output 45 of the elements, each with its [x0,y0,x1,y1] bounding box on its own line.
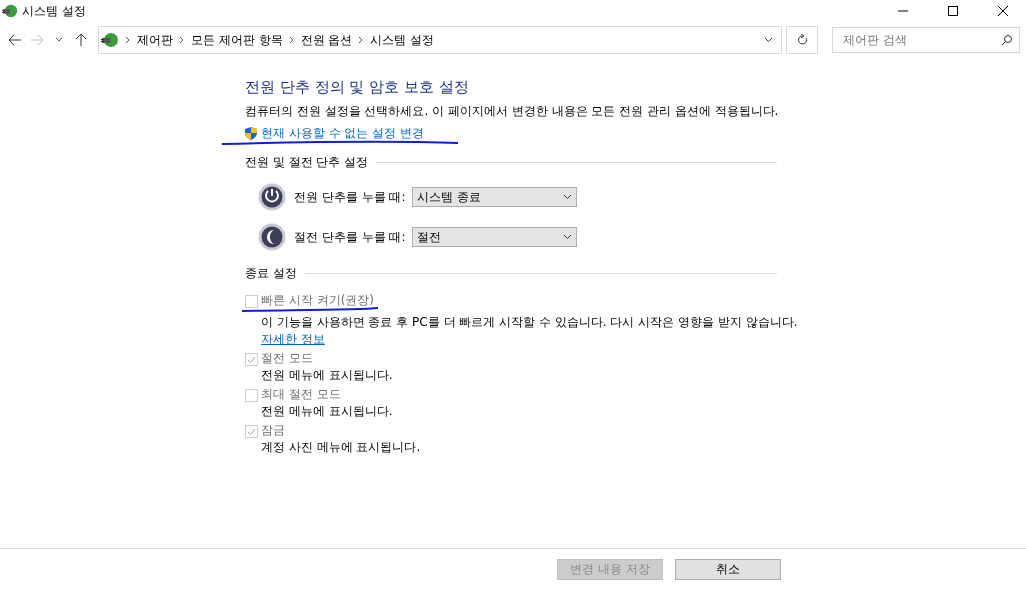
option-description: 전원 메뉴에 표시됩니다. [261,367,394,384]
shield-icon [245,127,257,140]
checkmark-icon [247,355,256,364]
intro-text: 컴퓨터의 전원 설정을 선택하세요. 이 페이지에서 변경한 내용은 모든 전원 관리 옵션에 적용됩니다. [245,103,777,120]
power-plug-icon [101,31,119,49]
option-label: 잠금 [261,422,286,439]
breadcrumb-item[interactable]: 모든 제어판 항목 [191,31,283,49]
breadcrumb-item[interactable]: 시스템 설정 [370,31,435,49]
option-label: 빠른 시작 켜기(권장) [261,292,375,309]
action-label: 전원 단추를 누를 때: [294,188,407,206]
chevron-icon [358,36,365,44]
page-heading: 전원 단추 정의 및 암호 보호 설정 [245,78,470,97]
option-label: 최대 절전 모드 [261,386,342,403]
action-dropdown[interactable]: 절전 [412,227,577,247]
breadcrumb-item[interactable]: 전원 옵션 [300,31,353,49]
section-title: 종료 설정 [245,265,297,282]
dropdown-caret-icon [563,234,572,240]
checkmark-icon [247,427,256,436]
option-description: 전원 메뉴에 표시됩니다. [261,403,394,420]
search-box[interactable]: 제어판 검색 [832,27,1020,53]
refresh-icon [796,34,808,46]
option-label: 절전 모드 [261,350,314,367]
power-button-icon [258,183,286,211]
action-label: 절전 단추를 누를 때: [294,228,407,246]
window-title: 시스템 설정 [22,2,87,20]
breadcrumb-item[interactable]: 제어판 [137,31,173,49]
option-description: 이 기능을 사용하면 종료 후 PC를 더 빠르게 시작할 수 있습니다. 다시 시작은 영향을 받지 않습니다. [261,314,798,331]
option-description: 계정 사진 메뉴에 표시됩니다. [261,439,422,456]
address-bar[interactable]: 제어판 모든 제어판 항목 전원 옵션 시스템 설정 [98,26,782,54]
section-title: 전원 및 절전 단추 설정 [245,154,369,171]
cancel-button[interactable]: 취소 [675,559,781,580]
maximize-icon [948,6,958,16]
close-icon [998,6,1008,16]
chevron-icon [288,36,295,44]
search-icon [1001,34,1013,46]
admin-settings-link[interactable]: 현재 사용할 수 없는 설정 변경 [261,125,425,142]
chevron-icon [179,36,185,44]
dropdown-caret-icon [563,194,572,200]
back-arrow-icon[interactable] [6,34,24,46]
power-plug-icon [2,3,18,19]
dropdown-caret-icon[interactable] [764,37,773,43]
chevron-icon [125,36,131,44]
action-dropdown[interactable]: 시스템 종료 [412,187,577,207]
refresh-button[interactable] [786,26,818,54]
sleep-button-icon [258,223,286,251]
